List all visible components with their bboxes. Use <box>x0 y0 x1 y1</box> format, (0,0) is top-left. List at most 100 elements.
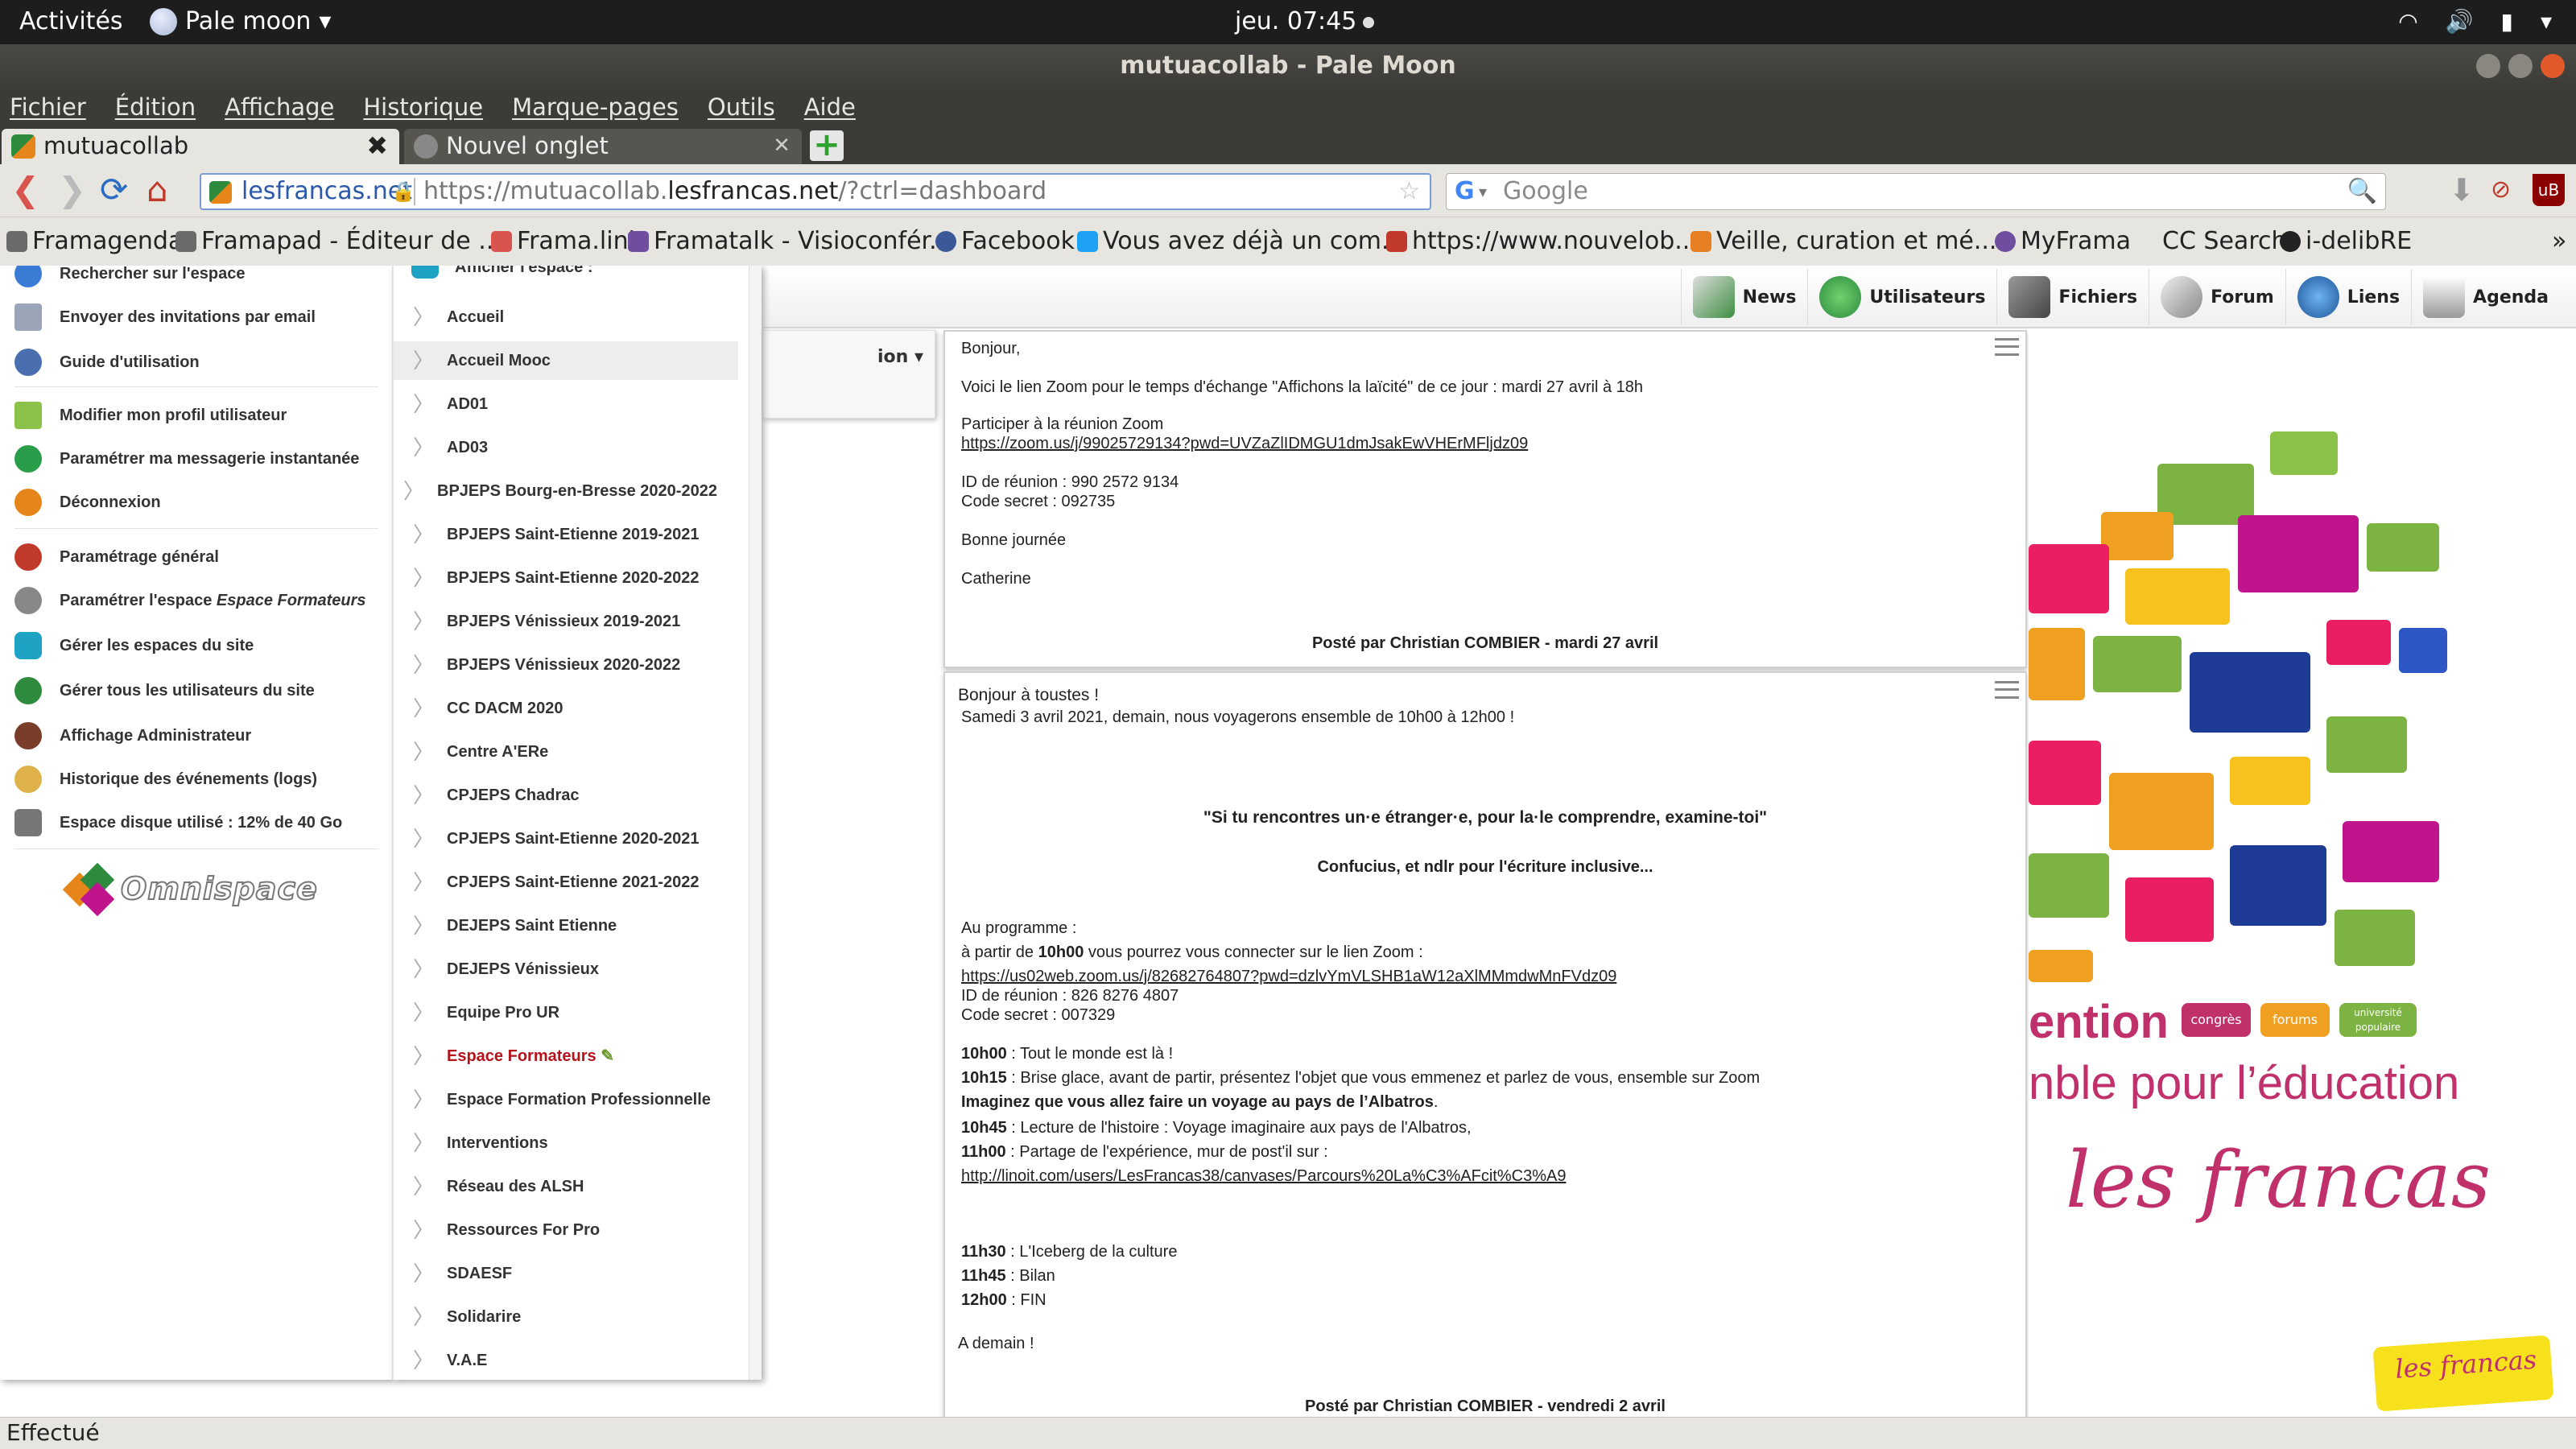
clock-label: jeu. 07:45 <box>1235 7 1357 35</box>
bookmark-myframa[interactable]: MyFrama <box>1995 217 2131 266</box>
space-item[interactable]: 〉 Equipe Pro UR <box>394 993 738 1032</box>
bookmark-facebook[interactable]: Facebook <box>935 217 1075 266</box>
space-item[interactable]: 〉 CC DACM 2020 <box>394 689 738 728</box>
google-icon[interactable]: G <box>1455 174 1475 209</box>
module-news[interactable]: News <box>1680 269 1808 325</box>
clock[interactable]: jeu. 07:45 <box>1235 7 1375 35</box>
bookmark-framatalk[interactable]: Framatalk - Visioconfér... <box>628 217 952 266</box>
bookmark-star-icon[interactable]: ☆ <box>1398 175 1420 208</box>
space-item[interactable]: 〉 DEJEPS Vénissieux <box>394 950 738 989</box>
tab-mutuacollab[interactable]: mutuacollab ✖ <box>2 129 399 164</box>
space-item[interactable]: 〉 Interventions <box>394 1124 738 1162</box>
reload-button[interactable]: ⟳ <box>100 172 128 208</box>
menu-manage-spaces[interactable]: Gérer les espaces du site <box>14 630 254 662</box>
zoom-link[interactable]: https://us02web.zoom.us/j/82682764807?pw… <box>961 968 1616 986</box>
space-item[interactable]: 〉 SDAESF <box>394 1254 738 1293</box>
url-bar[interactable]: lesfrancas.net 🔒 https://mutuacollab.les… <box>200 173 1431 210</box>
download-icon[interactable]: ⬇ <box>2449 172 2475 208</box>
minimize-button[interactable] <box>2476 54 2500 78</box>
module-fichiers[interactable]: Fichiers <box>1996 269 2149 325</box>
module-liens[interactable]: Liens <box>2285 269 2411 325</box>
tab-nouvel-onglet[interactable]: Nouvel onglet ✕ <box>404 129 802 164</box>
menu-marque-pages[interactable]: Marque-pages <box>512 87 679 127</box>
menu-manage-users[interactable]: Gérer tous les utilisateurs du site <box>14 675 315 707</box>
bookmark-cc-search[interactable]: CC Search <box>2162 217 2287 266</box>
bookmark-veille[interactable]: Veille, curation et mé... ▾ <box>1690 217 2013 266</box>
space-item[interactable]: 〉 V.A.E <box>394 1341 738 1380</box>
bookmark-i-delibre[interactable]: i-delibRE <box>2280 217 2412 266</box>
space-item[interactable]: 〉 BPJEPS Vénissieux 2019-2021 <box>394 602 738 641</box>
zoom-link[interactable]: https://zoom.us/j/99025729134?pwd=UVZaZl… <box>961 435 1528 453</box>
close-tab-icon[interactable]: ✕ <box>773 129 791 163</box>
app-menu[interactable]: Pale moon ▾ <box>150 7 331 35</box>
menu-space-settings[interactable]: Paramétrer l'espace Espace Formateurs <box>14 584 366 617</box>
space-item-current[interactable]: 〉 Espace Formateurs ✎ <box>394 1037 738 1075</box>
menu-send-invitations[interactable]: Envoyer des invitations par email <box>14 301 316 333</box>
menu-edition[interactable]: Édition <box>115 87 196 127</box>
menu-affichage[interactable]: Affichage <box>225 87 334 127</box>
post-text: Code secret : 092735 <box>961 493 1116 510</box>
space-list-scrollbar[interactable] <box>749 266 762 1380</box>
back-button[interactable]: ❮ <box>11 172 39 208</box>
space-item[interactable]: 〉 CPJEPS Saint-Etienne 2021-2022 <box>394 863 738 902</box>
search-bar[interactable]: G ▾ Google 🔍 <box>1446 173 2386 210</box>
speech-bubble <box>2343 821 2439 882</box>
menu-event-log[interactable]: Historique des événements (logs) <box>14 763 317 795</box>
close-window-button[interactable] <box>2541 54 2565 78</box>
maximize-button[interactable] <box>2508 54 2533 78</box>
menu-fichier[interactable]: Fichier <box>10 87 86 127</box>
home-button[interactable]: ⌂ <box>147 172 168 208</box>
space-item[interactable]: 〉 Ressources For Pro <box>394 1211 738 1249</box>
space-item[interactable]: 〉 AD01 <box>394 385 738 423</box>
space-item[interactable]: 〉 BPJEPS Vénissieux 2020-2022 <box>394 646 738 684</box>
bookmark-framapad[interactable]: Framapad - Éditeur de ... <box>175 217 502 266</box>
speech-bubble <box>2367 523 2439 572</box>
menu-edit-profile[interactable]: Modifier mon profil utilisateur <box>14 399 287 431</box>
space-item[interactable]: 〉 DEJEPS Saint Etienne <box>394 906 738 945</box>
menu-messaging-settings[interactable]: Paramétrer ma messagerie instantanée <box>14 443 359 475</box>
menu-aide[interactable]: Aide <box>804 87 856 127</box>
post-menu-icon[interactable] <box>1995 338 2019 356</box>
space-item[interactable]: 〉 BPJEPS Saint-Etienne 2019-2021 <box>394 515 738 554</box>
menu-admin-view[interactable]: Affichage Administrateur <box>14 720 251 752</box>
bookmarks-overflow-icon[interactable]: » <box>2552 217 2566 266</box>
space-item[interactable]: 〉 Solidarire <box>394 1298 738 1336</box>
site-identity-icon[interactable] <box>209 181 232 204</box>
bookmark-frama-link[interactable]: Frama.link <box>491 217 642 266</box>
menu-user-guide[interactable]: Guide d'utilisation <box>14 346 200 378</box>
bookmark-nouvelobs[interactable]: https://www.nouvelob... <box>1386 217 1698 266</box>
space-item[interactable]: 〉 Centre A'ERe <box>394 733 738 771</box>
linoit-link[interactable]: http://linoit.com/users/LesFrancas38/can… <box>961 1167 1566 1186</box>
menu-outils[interactable]: Outils <box>708 87 775 127</box>
search-input[interactable]: Google <box>1503 174 1588 209</box>
space-item[interactable]: 〉 Espace Formation Professionnelle <box>394 1080 738 1119</box>
module-agenda[interactable]: Agenda <box>2411 269 2560 325</box>
forward-button[interactable]: ❯ <box>58 172 86 208</box>
search-icon[interactable]: 🔍 <box>2347 174 2377 209</box>
space-item[interactable]: 〉 CPJEPS Chadrac <box>394 776 738 815</box>
block-icon[interactable]: ⊘ <box>2491 172 2511 208</box>
space-selector-panel[interactable]: ion ▾ <box>762 330 935 419</box>
space-item[interactable]: 〉 CPJEPS Saint-Etienne 2020-2021 <box>394 819 738 858</box>
space-item[interactable]: 〉 BPJEPS Bourg-en-Bresse 2020-2022 <box>394 472 738 510</box>
space-item[interactable]: 〉 Réseau des ALSH <box>394 1167 738 1206</box>
system-tray[interactable]: ◠ 🔊 ▮ ▾ <box>2398 8 2552 35</box>
post-text-part: : Tout le monde est là ! <box>1006 1045 1174 1063</box>
menu-search-space[interactable]: Rechercher sur l'espace <box>14 266 245 290</box>
space-item[interactable]: 〉 BPJEPS Saint-Etienne 2020-2022 <box>394 559 738 597</box>
menu-historique[interactable]: Historique <box>363 87 483 127</box>
new-tab-button[interactable]: + <box>810 129 844 161</box>
bookmark-twitter[interactable]: Vous avez déjà un com... <box>1077 217 1405 266</box>
space-item[interactable]: 〉 Accueil Mooc <box>394 341 738 380</box>
menu-general-settings[interactable]: Paramétrage général <box>14 541 219 573</box>
post-menu-icon[interactable] <box>1995 681 2019 699</box>
space-item[interactable]: 〉 AD03 <box>394 428 738 467</box>
space-item[interactable]: 〉 Accueil <box>394 298 738 336</box>
module-utilisateurs[interactable]: Utilisateurs <box>1807 269 1996 325</box>
activities-button[interactable]: Activités <box>19 7 123 35</box>
menu-logout[interactable]: Déconnexion <box>14 486 161 518</box>
ublock-icon[interactable]: uB <box>2533 174 2565 206</box>
bookmark-framagenda[interactable]: Framagenda <box>6 217 183 266</box>
module-forum[interactable]: Forum <box>2149 269 2285 325</box>
close-tab-icon[interactable]: ✖ <box>366 129 388 163</box>
